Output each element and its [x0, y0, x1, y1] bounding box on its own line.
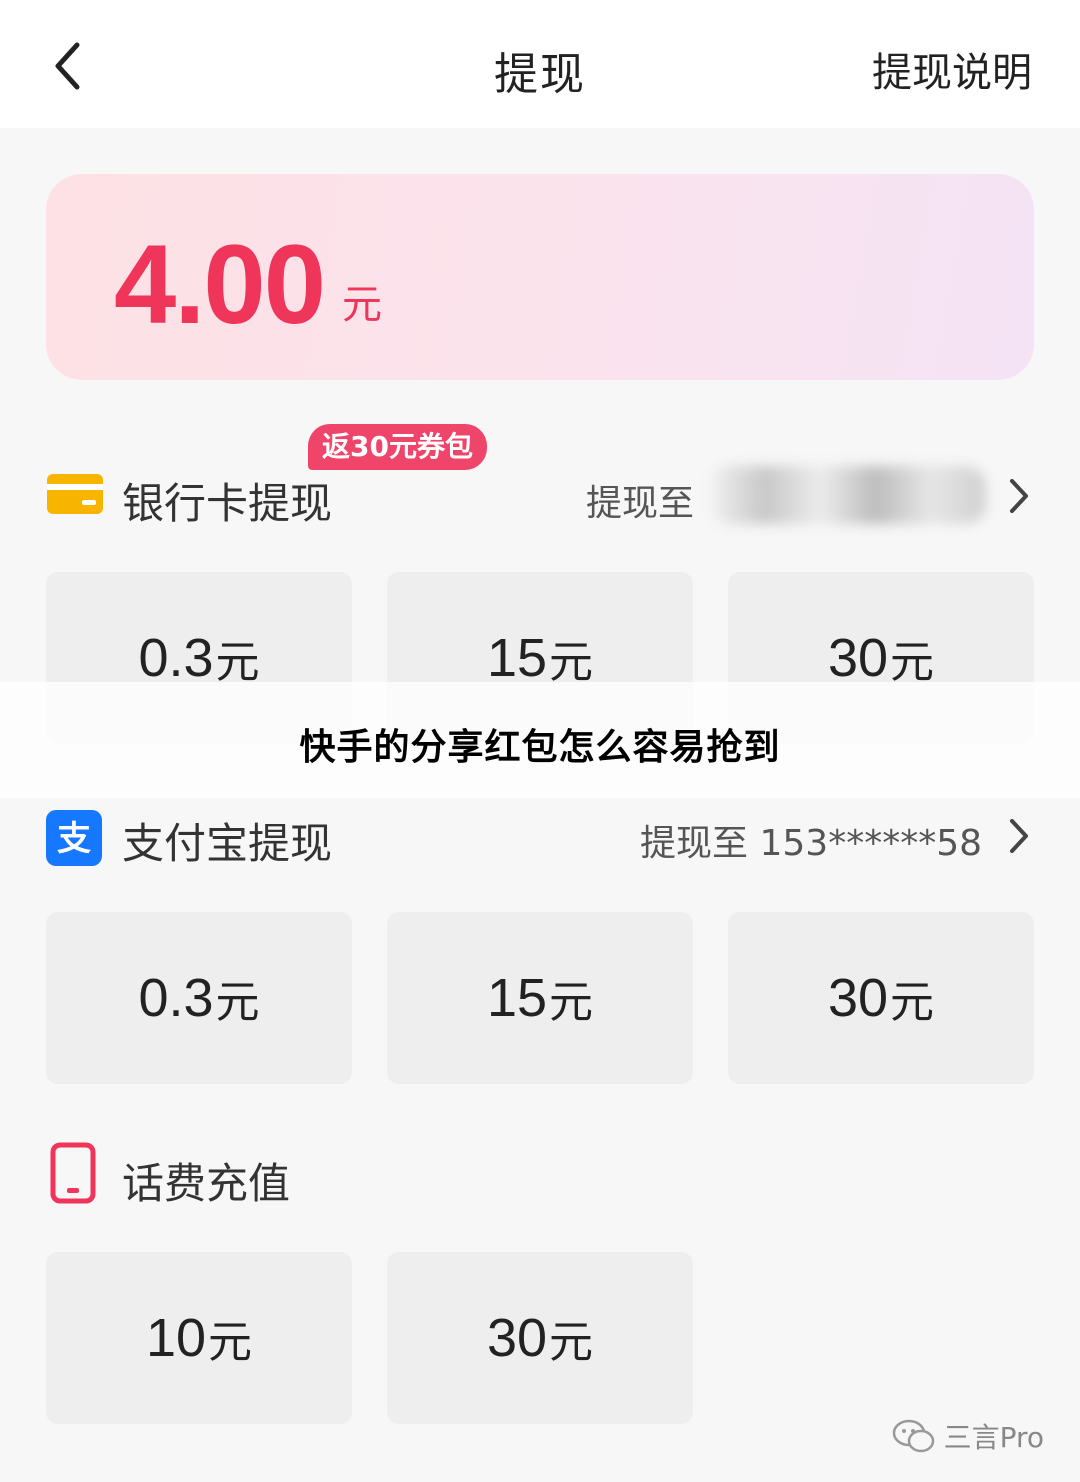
- option-unit: 元: [549, 977, 594, 1028]
- balance-unit: 元: [342, 282, 382, 328]
- option-amount: 0.3: [138, 628, 214, 688]
- option-unit: 元: [208, 1317, 253, 1368]
- bank-withdraw-row[interactable]: 银行卡提现 返30元券包 提现至: [46, 424, 1034, 532]
- option-unit: 元: [215, 977, 260, 1028]
- chevron-right-icon[interactable]: [1004, 474, 1034, 518]
- chevron-right-icon[interactable]: [1004, 814, 1034, 858]
- redacted-bank-account: [710, 466, 986, 524]
- mobile-phone-icon: [50, 1142, 96, 1208]
- svg-text:支: 支: [57, 819, 91, 859]
- alipay-withdraw-row[interactable]: 支 支付宝提现 提现至 153******58: [46, 802, 1034, 872]
- option-amount: 15: [486, 968, 548, 1028]
- bank-withdraw-target: 提现至: [585, 483, 694, 524]
- option-unit: 元: [890, 637, 935, 688]
- option-unit: 元: [549, 637, 594, 688]
- phone-recharge-row: 话费充值: [46, 1142, 1034, 1212]
- bank-withdraw-title: 银行卡提现: [122, 479, 333, 528]
- option-unit: 元: [890, 977, 935, 1028]
- coupon-badge: 返30元券包: [308, 424, 487, 470]
- option-amount: 10: [145, 1308, 207, 1368]
- wechat-icon: [892, 1419, 934, 1453]
- phone-option-tile[interactable]: 10 元: [46, 1252, 352, 1424]
- top-nav-bar: 提现 提现说明: [0, 0, 1080, 128]
- alipay-option-tile[interactable]: 0.3 元: [46, 912, 352, 1084]
- bank-card-icon: [46, 470, 104, 520]
- alipay-withdraw-title: 支付宝提现: [122, 819, 333, 868]
- phone-recharge-title: 话费充值: [122, 1159, 291, 1208]
- phone-option-tile[interactable]: 30 元: [387, 1252, 693, 1424]
- watermark-text: 三言Pro: [943, 1421, 1044, 1454]
- option-amount: 0.3: [138, 968, 214, 1028]
- option-amount: 15: [486, 628, 548, 688]
- caption-text: 快手的分享红包怎么容易抢到: [299, 727, 781, 768]
- alipay-option-tile[interactable]: 30 元: [728, 912, 1034, 1084]
- balance-card: 4.00 元: [46, 174, 1034, 380]
- option-unit: 元: [215, 637, 260, 688]
- watermark: 三言Pro: [892, 1414, 1044, 1458]
- option-amount: 30: [827, 968, 889, 1028]
- balance-amount: 4.00: [114, 222, 326, 347]
- alipay-withdraw-target: 提现至 153******58: [640, 823, 982, 864]
- alipay-option-tile[interactable]: 15 元: [387, 912, 693, 1084]
- option-amount: 30: [827, 628, 889, 688]
- alipay-icon: 支: [46, 810, 102, 870]
- option-unit: 元: [549, 1317, 594, 1368]
- option-amount: 30: [486, 1308, 548, 1368]
- withdraw-info-link[interactable]: 提现说明: [872, 40, 1032, 98]
